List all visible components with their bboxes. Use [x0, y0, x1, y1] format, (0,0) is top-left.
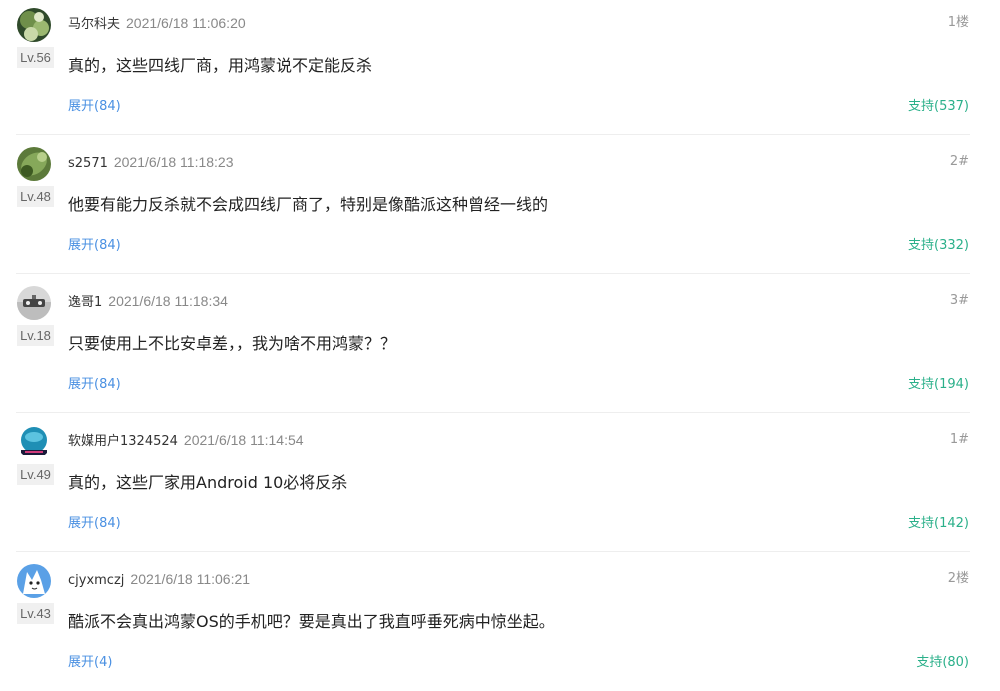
expand-replies-link[interactable]: 展开(4): [68, 654, 112, 672]
avatar[interactable]: [17, 425, 51, 459]
expand-replies-link[interactable]: 展开(84): [68, 237, 121, 255]
comment-time: 2021/6/18 11:18:23: [113, 154, 234, 170]
avatar[interactable]: [17, 8, 51, 42]
comment-item: Lv.48 s2571 2021/6/18 11:18:23 2# 他要有能力反杀…: [0, 139, 1000, 278]
comment-item: Lv.18 逸哥1 2021/6/18 11:18:34 3# 只要使用上不比安卓…: [0, 278, 1000, 417]
expand-replies-link[interactable]: 展开(84): [68, 98, 121, 116]
avatar[interactable]: [17, 564, 51, 598]
support-button[interactable]: 支持(537): [908, 98, 969, 116]
comment-meta: 马尔科夫 2021/6/18 11:06:20: [68, 14, 246, 34]
comment-content: 真的，这些四线厂商，用鸿蒙说不定能反杀: [68, 56, 373, 75]
comment-item: Lv.56 马尔科夫 2021/6/18 11:06:20 1楼 真的，这些四线厂…: [0, 0, 1000, 139]
comment-meta: 逸哥1 2021/6/18 11:18:34: [68, 292, 228, 312]
username[interactable]: 逸哥1: [68, 295, 102, 310]
comment-item: Lv.43 cjyxmczj 2021/6/18 11:06:21 2楼 酷派不会…: [0, 556, 1000, 691]
floor-number: 2楼: [947, 571, 969, 586]
support-button[interactable]: 支持(332): [908, 237, 969, 255]
user-level-badge: Lv.49: [17, 464, 54, 485]
comment-content: 他要有能力反杀就不会成四线厂商了，特别是像酷派这种曾经一线的: [68, 195, 549, 214]
expand-replies-link[interactable]: 展开(84): [68, 515, 121, 533]
comment-content: 酷派不会真出鸿蒙OS的手机吧？要是真出了我直呼垂死病中惊坐起。: [68, 612, 555, 631]
floor-number: 2#: [949, 154, 969, 169]
support-button[interactable]: 支持(80): [916, 654, 969, 672]
divider: [16, 412, 970, 413]
username[interactable]: s2571: [68, 156, 108, 171]
user-level-badge: Lv.48: [17, 186, 54, 207]
user-level-badge: Lv.43: [17, 603, 54, 624]
comment-meta: 软媒用户1324524 2021/6/18 11:14:54: [68, 431, 304, 451]
floor-number: 1楼: [947, 15, 969, 30]
comment-content: 真的，这些厂家用Android 10必将反杀: [68, 473, 348, 492]
user-level-badge: Lv.18: [17, 325, 54, 346]
username[interactable]: cjyxmczj: [68, 573, 124, 588]
support-button[interactable]: 支持(142): [908, 515, 969, 533]
comment-time: 2021/6/18 11:18:34: [108, 293, 228, 309]
support-button[interactable]: 支持(194): [908, 376, 969, 394]
floor-number: 1#: [949, 432, 969, 447]
divider: [16, 551, 970, 552]
comment-time: 2021/6/18 11:06:21: [130, 571, 251, 587]
comment-list: Lv.56 马尔科夫 2021/6/18 11:06:20 1楼 真的，这些四线厂…: [0, 0, 1000, 691]
avatar[interactable]: [17, 147, 51, 181]
comment-time: 2021/6/18 11:06:20: [126, 15, 246, 31]
username[interactable]: 软媒用户1324524: [68, 434, 178, 449]
divider: [16, 134, 970, 135]
comment-meta: cjyxmczj 2021/6/18 11:06:21: [68, 570, 250, 590]
comment-content: 只要使用上不比安卓差，，我为啥不用鸿蒙？？: [68, 334, 397, 353]
divider: [16, 273, 970, 274]
floor-number: 3#: [949, 293, 969, 308]
username[interactable]: 马尔科夫: [68, 17, 120, 32]
comment-time: 2021/6/18 11:14:54: [183, 432, 304, 448]
avatar[interactable]: [17, 286, 51, 320]
comment-meta: s2571 2021/6/18 11:18:23: [68, 153, 234, 173]
user-level-badge: Lv.56: [17, 47, 54, 68]
comment-item: Lv.49 软媒用户1324524 2021/6/18 11:14:54 1# 真…: [0, 417, 1000, 556]
expand-replies-link[interactable]: 展开(84): [68, 376, 121, 394]
